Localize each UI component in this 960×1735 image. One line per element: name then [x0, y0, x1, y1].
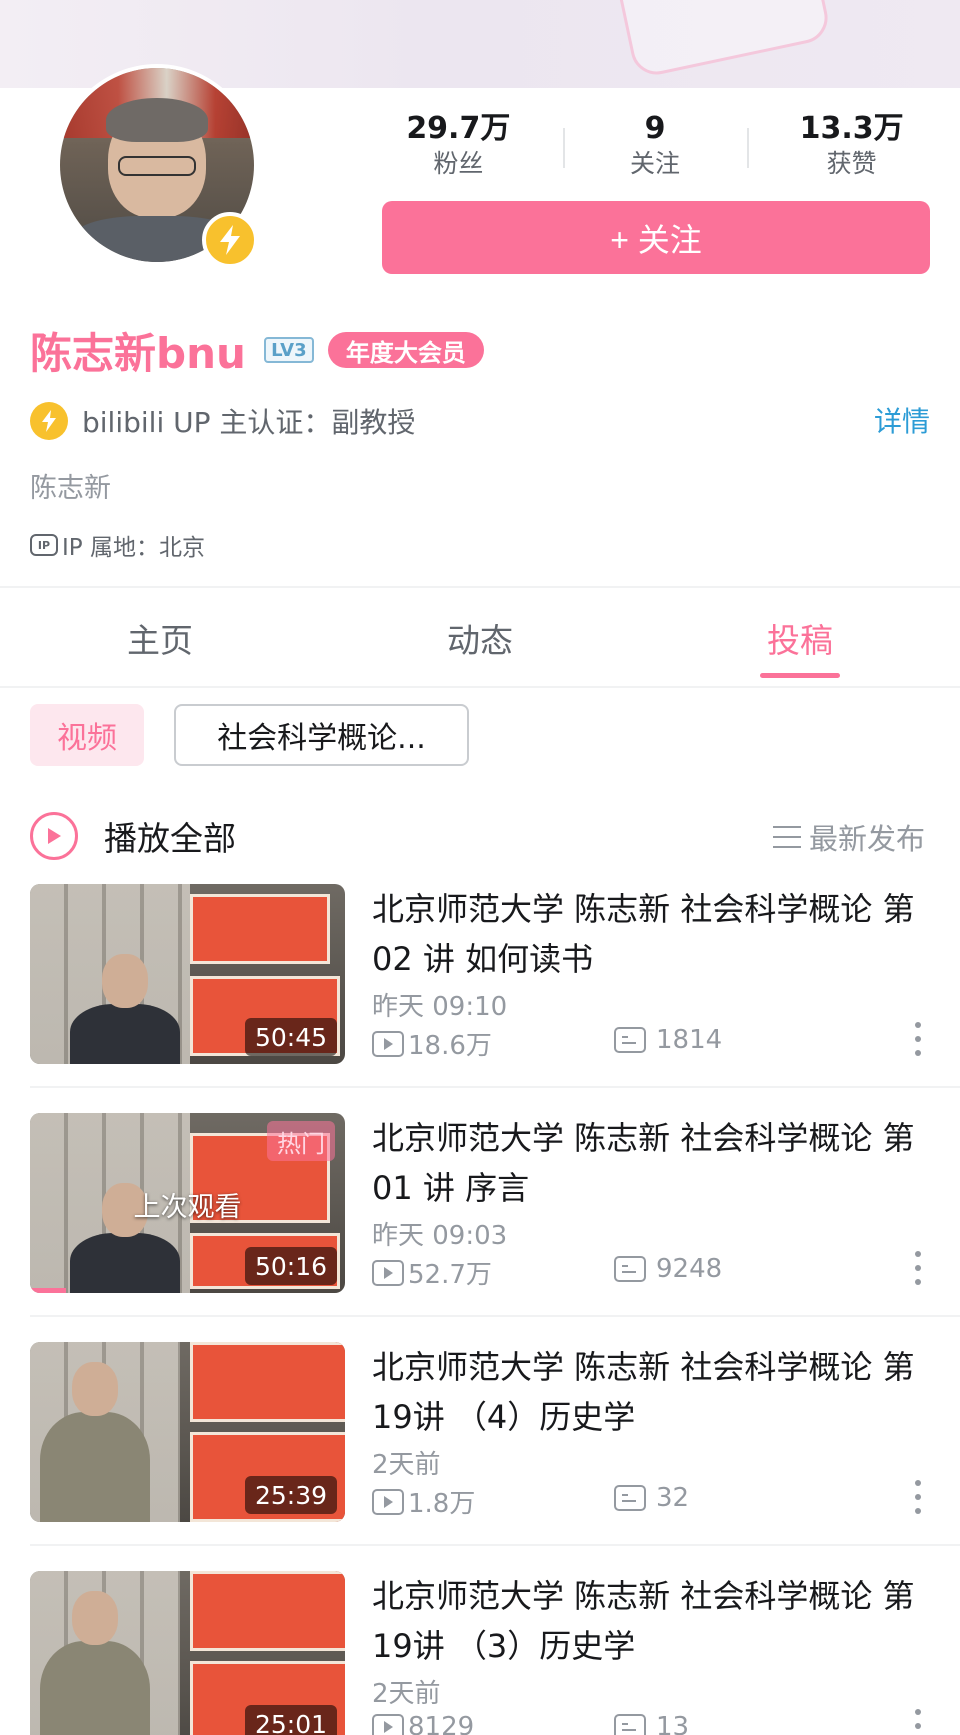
- name-row: 陈志新bnu LV3 年度大会员: [30, 322, 484, 378]
- danmaku-icon: [614, 1256, 646, 1282]
- divider: [30, 1544, 960, 1546]
- following-stat[interactable]: 9 关注: [557, 110, 754, 190]
- divider: [0, 586, 960, 588]
- play-all-button[interactable]: 播放全部: [104, 812, 236, 860]
- video-danmaku: 32: [614, 1483, 689, 1513]
- followers-count: 29.7万: [406, 111, 511, 146]
- video-views: 8129: [372, 1712, 474, 1735]
- danmaku-icon: [614, 1485, 646, 1511]
- video-item[interactable]: 50:45 北京师范大学 陈志新 社会科学概论 第 02 讲 如何读书 昨天 0…: [30, 884, 930, 1064]
- sort-label: 最新发布: [808, 822, 925, 856]
- sort-lines-icon: [772, 826, 801, 848]
- video-thumbnail[interactable]: 热门 上次观看 50:16: [30, 1113, 345, 1293]
- play-count-icon: [372, 1030, 404, 1057]
- video-title[interactable]: 北京师范大学 陈志新 社会科学概论 第 02 讲 如何读书: [372, 884, 932, 984]
- following-label: 关注: [630, 149, 681, 178]
- video-duration: 25:39: [244, 1476, 337, 1514]
- video-thumbnail[interactable]: 25:01: [30, 1571, 345, 1735]
- more-options-icon[interactable]: [908, 1022, 928, 1056]
- danmaku-icon: [614, 1027, 646, 1053]
- active-tab-indicator: [760, 673, 840, 678]
- video-item[interactable]: 25:01 北京师范大学 陈志新 社会科学概论 第19讲 （3）历史学 2天前 …: [30, 1571, 930, 1735]
- play-count-icon: [372, 1714, 404, 1735]
- verified-lightning-icon: [30, 402, 68, 440]
- followers-stat[interactable]: 29.7万 粉丝: [360, 110, 557, 190]
- video-danmaku: 9248: [614, 1254, 722, 1284]
- tab-uploads[interactable]: 投稿: [640, 590, 960, 686]
- video-danmaku: 13: [614, 1712, 689, 1735]
- verification-row: bilibili UP 主认证：副教授 详情: [30, 398, 930, 444]
- profile-stats: 29.7万 粉丝 9 关注 13.3万 获赞: [360, 110, 950, 190]
- more-options-icon[interactable]: [908, 1480, 928, 1514]
- video-publish-time: 昨天 09:10: [372, 992, 508, 1022]
- video-duration: 50:16: [244, 1247, 337, 1285]
- play-all-row: 播放全部 最新发布: [30, 808, 930, 864]
- signature: 陈志新: [30, 473, 111, 504]
- play-all-icon[interactable]: [30, 812, 78, 860]
- video-duration: 50:45: [244, 1018, 337, 1056]
- video-thumbnail[interactable]: 50:45: [30, 884, 345, 1064]
- views-count: 52.7万: [408, 1260, 492, 1290]
- video-publish-time: 2天前: [372, 1450, 441, 1480]
- tab-label: 主页: [127, 621, 193, 660]
- hot-badge: 热门: [267, 1121, 335, 1161]
- divider: [30, 1086, 960, 1088]
- follow-button[interactable]: + 关注: [382, 201, 930, 274]
- views-count: 1.8万: [408, 1489, 476, 1519]
- tab-home[interactable]: 主页: [0, 590, 320, 686]
- video-thumbnail[interactable]: 25:39: [30, 1342, 345, 1522]
- play-count-icon: [372, 1259, 404, 1286]
- divider: [30, 1315, 960, 1317]
- tab-dynamics[interactable]: 动态: [320, 590, 640, 686]
- play-count-icon: [372, 1488, 404, 1515]
- video-title[interactable]: 北京师范大学 陈志新 社会科学概论 第19讲 （4）历史学: [372, 1342, 932, 1442]
- tab-label: 投稿: [767, 621, 833, 660]
- username: 陈志新bnu: [30, 328, 246, 378]
- more-options-icon[interactable]: [908, 1709, 928, 1735]
- views-count: 8129: [408, 1712, 475, 1735]
- tab-label: 动态: [447, 621, 513, 660]
- danmaku-count: 1814: [656, 1025, 723, 1055]
- details-link[interactable]: 详情: [874, 400, 930, 440]
- sort-dropdown[interactable]: 最新发布: [772, 816, 925, 858]
- video-item[interactable]: 25:39 北京师范大学 陈志新 社会科学概论 第19讲 （4）历史学 2天前 …: [30, 1342, 930, 1522]
- vip-badge[interactable]: 年度大会员: [327, 332, 484, 368]
- last-watched-label: 上次观看: [133, 1192, 242, 1223]
- video-publish-time: 2天前: [372, 1679, 441, 1709]
- likes-count: 13.3万: [799, 111, 904, 146]
- likes-stat[interactable]: 13.3万 获赞: [753, 110, 950, 190]
- danmaku-icon: [614, 1714, 646, 1735]
- video-title[interactable]: 北京师范大学 陈志新 社会科学概论 第19讲 （3）历史学: [372, 1571, 932, 1671]
- series-filter-chip[interactable]: 社会科学概论...: [174, 704, 469, 766]
- danmaku-count: 32: [656, 1483, 690, 1513]
- video-item[interactable]: 热门 上次观看 50:16 北京师范大学 陈志新 社会科学概论 第 01 讲 序…: [30, 1113, 930, 1293]
- divider: [0, 686, 960, 688]
- likes-label: 获赞: [826, 149, 877, 178]
- video-danmaku: 1814: [614, 1025, 722, 1055]
- video-views: 18.6万: [372, 1025, 492, 1062]
- banner-decoration: [607, 0, 833, 80]
- watch-progress-bar: [30, 1288, 66, 1293]
- video-filter-chip[interactable]: 视频: [30, 704, 144, 766]
- ip-location: IP 属地：北京: [62, 535, 205, 561]
- danmaku-count: 13: [656, 1712, 690, 1735]
- ip-icon: IP: [30, 534, 58, 556]
- following-count: 9: [644, 111, 666, 146]
- ip-location-row: IP IP 属地：北京: [30, 528, 205, 562]
- stat-divider: [747, 128, 749, 168]
- video-title[interactable]: 北京师范大学 陈志新 社会科学概论 第 01 讲 序言: [372, 1113, 932, 1213]
- followers-label: 粉丝: [433, 149, 484, 178]
- danmaku-count: 9248: [656, 1254, 723, 1284]
- video-duration: 25:01: [244, 1705, 337, 1735]
- stat-divider: [563, 128, 565, 168]
- video-publish-time: 昨天 09:03: [372, 1221, 508, 1251]
- video-views: 52.7万: [372, 1254, 492, 1291]
- more-options-icon[interactable]: [908, 1251, 928, 1285]
- level-badge: LV3: [263, 337, 314, 363]
- video-views: 1.8万: [372, 1483, 475, 1520]
- verification-text: bilibili UP 主认证：副教授: [82, 406, 416, 439]
- profile-tabs: 主页 动态 投稿: [0, 590, 960, 686]
- lightning-badge-icon: [202, 212, 258, 268]
- views-count: 18.6万: [408, 1031, 492, 1061]
